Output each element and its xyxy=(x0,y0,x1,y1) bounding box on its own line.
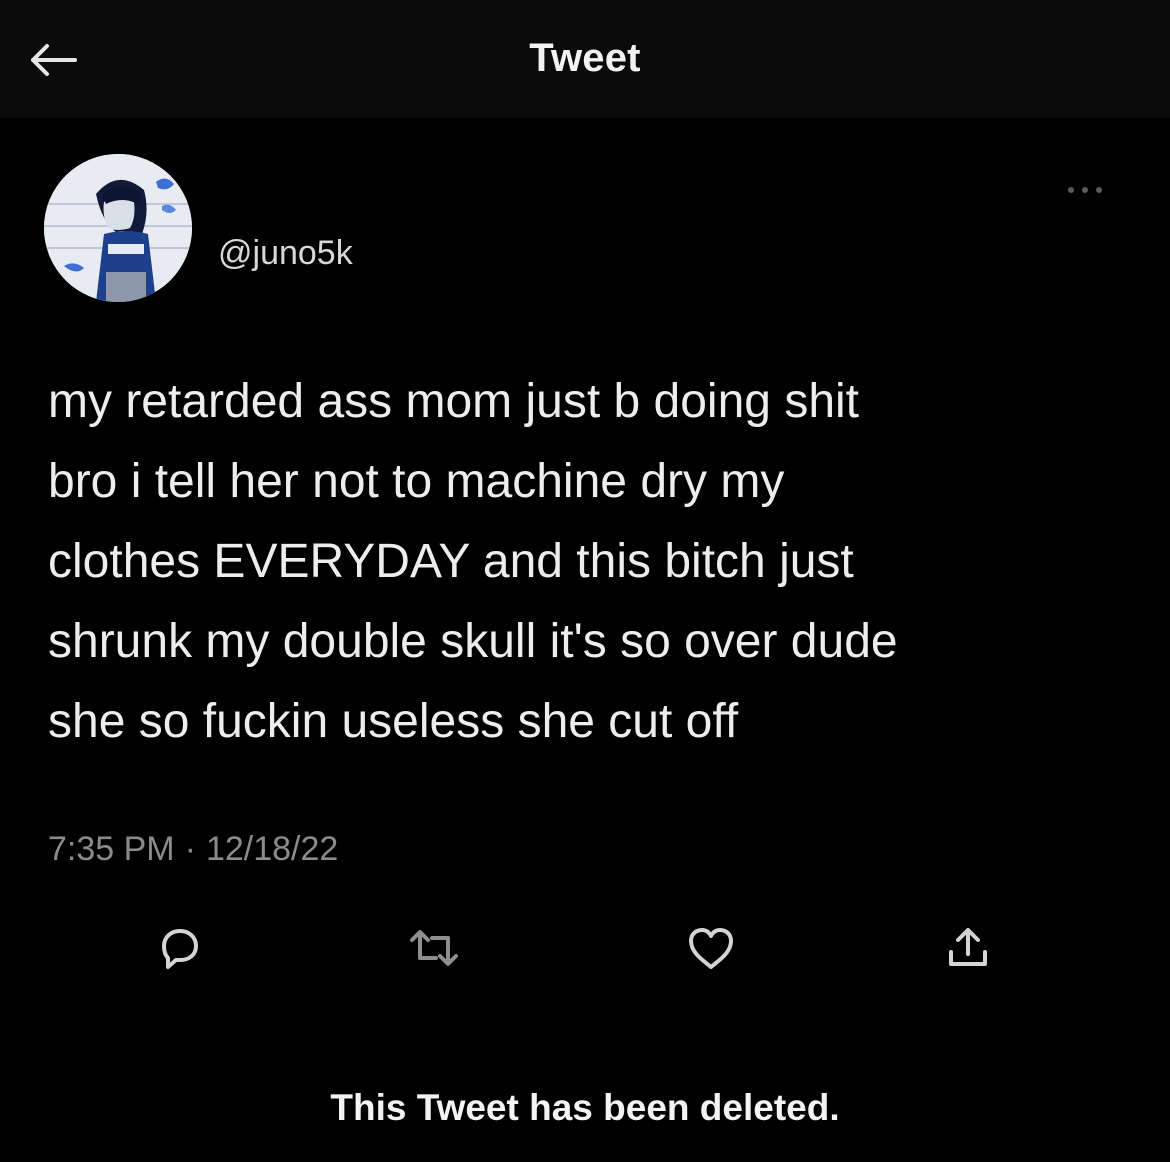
deleted-notice: This Tweet has been deleted. xyxy=(330,1087,840,1128)
avatar[interactable] xyxy=(44,154,192,302)
timestamp-separator: · xyxy=(184,830,196,868)
more-options-button[interactable] xyxy=(1060,175,1110,205)
heart-icon xyxy=(689,928,733,969)
tweet-timestamp[interactable]: 7:35 PM · 12/18/22 xyxy=(48,830,338,869)
avatar-image xyxy=(44,154,192,302)
share-button[interactable] xyxy=(938,918,998,978)
reply-icon xyxy=(162,929,198,969)
tweet-text: my retarded ass mom just b doing shit br… xyxy=(48,375,898,748)
reply-button[interactable] xyxy=(150,918,210,978)
page-title: Tweet xyxy=(529,36,641,80)
like-button[interactable] xyxy=(681,918,741,978)
retweet-icon xyxy=(410,930,458,966)
share-icon xyxy=(949,928,987,966)
tweet-date: 12/18/22 xyxy=(205,830,339,868)
tweet-time: 7:35 PM xyxy=(48,830,175,868)
author-handle[interactable]: @juno5k xyxy=(218,234,353,273)
ellipsis-icon xyxy=(1068,187,1102,193)
top-bar: Tweet xyxy=(0,0,1170,118)
retweet-button[interactable] xyxy=(404,918,464,978)
